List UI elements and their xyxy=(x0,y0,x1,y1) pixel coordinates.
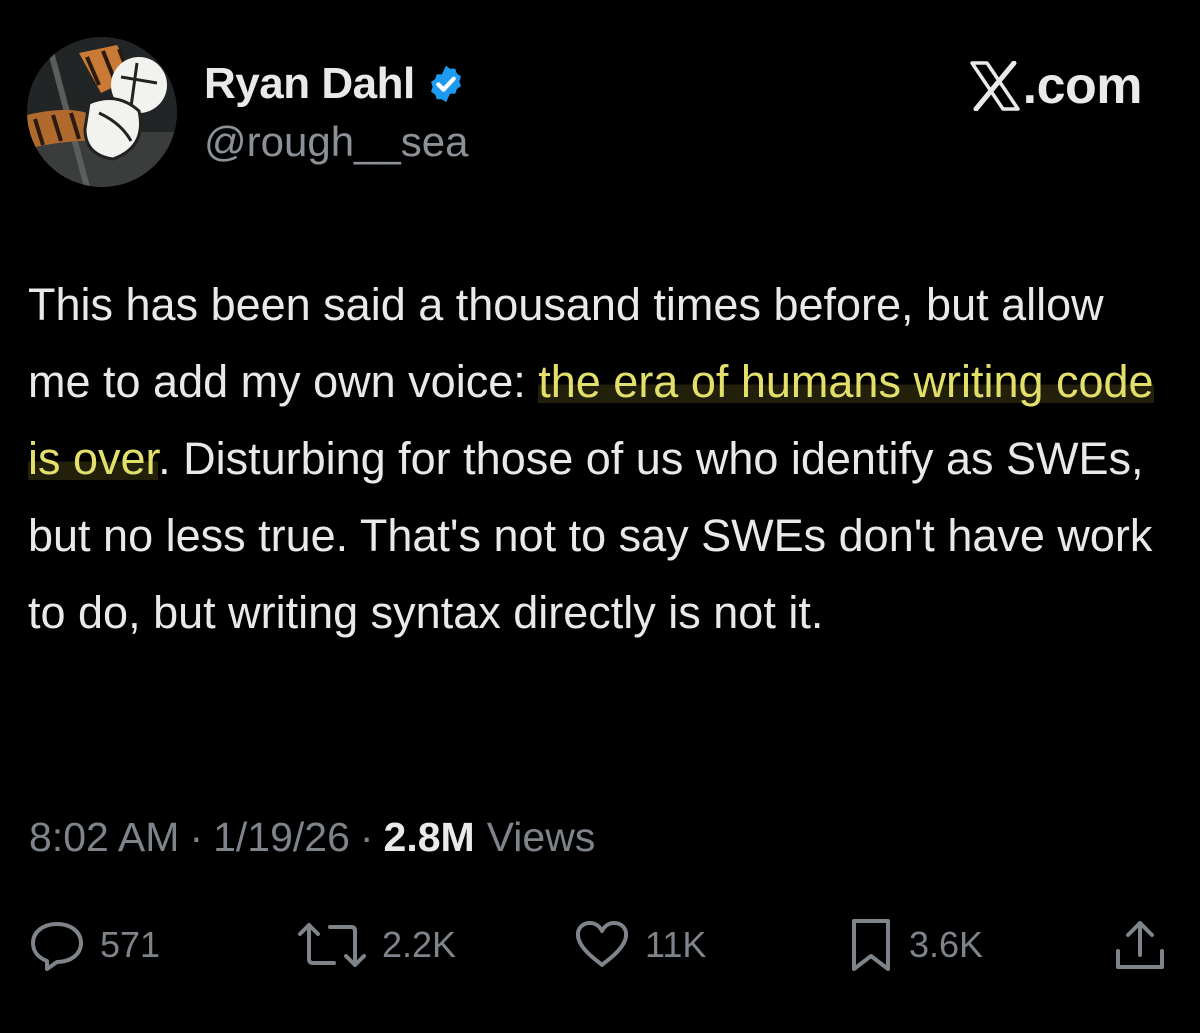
tweet-text-segment: . Disturbing for those of us who identif… xyxy=(28,433,1153,638)
reply-button[interactable]: 571 xyxy=(28,915,160,975)
brand-watermark: .com xyxy=(969,57,1143,115)
tweet-time[interactable]: 8:02 AM xyxy=(29,814,179,861)
tweet-meta: 8:02 AM · 1/19/26 · 2.8M Views xyxy=(29,810,595,864)
x-logo-icon xyxy=(969,61,1020,111)
reply-count: 571 xyxy=(100,924,161,965)
meta-separator: · xyxy=(359,813,374,860)
author-name-row: Ryan Dahl xyxy=(204,58,467,110)
like-count: 11K xyxy=(645,924,707,965)
like-button[interactable]: 11K xyxy=(573,915,706,975)
action-bar: 571 2.2K 11K 3.6K xyxy=(0,915,1200,975)
repost-count: 2.2K xyxy=(382,924,457,965)
repost-icon xyxy=(298,923,366,967)
meta-separator: · xyxy=(189,813,204,860)
verified-badge-icon xyxy=(430,65,461,103)
repost-button[interactable]: 2.2K xyxy=(296,915,456,975)
bookmark-button[interactable]: 3.6K xyxy=(847,915,983,975)
reply-icon xyxy=(31,922,83,971)
tweet-text: This has been said a thousand times befo… xyxy=(28,266,1178,651)
avatar[interactable] xyxy=(27,37,177,187)
author-handle[interactable]: @rough__sea xyxy=(204,118,469,166)
avatar-illustration xyxy=(27,37,177,187)
tweet-date[interactable]: 1/19/26 xyxy=(213,814,350,861)
heart-icon xyxy=(575,921,629,967)
share-icon xyxy=(1116,921,1164,969)
bookmark-count: 3.6K xyxy=(909,924,984,965)
brand-domain: .com xyxy=(1022,57,1143,115)
bookmark-icon xyxy=(852,919,890,971)
views-label[interactable]: Views xyxy=(487,814,596,861)
views-count[interactable]: 2.8M xyxy=(384,814,475,861)
author-display-name[interactable]: Ryan Dahl xyxy=(204,59,415,109)
share-button[interactable] xyxy=(1110,915,1170,975)
